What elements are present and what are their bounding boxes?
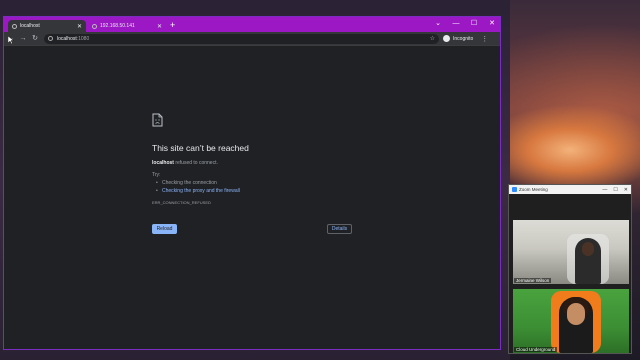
sad-document-icon <box>152 113 163 127</box>
error-code: ERR_CONNECTION_REFUSED <box>152 200 211 205</box>
browser-toolbar: ← → ↻ localhost :1080 ☆ Incognito ⋮ <box>4 32 500 46</box>
globe-icon <box>12 23 17 29</box>
incognito-label: Incognito <box>453 35 474 42</box>
error-description: localhost refused to connect. <box>152 160 218 166</box>
tab-ip-address[interactable]: 192.168.50.141 ✕ <box>88 20 166 32</box>
tab-localhost[interactable]: localhost ✕ <box>8 20 86 32</box>
mouse-cursor-icon <box>8 36 14 44</box>
maximize-button[interactable]: ☐ <box>470 18 478 30</box>
error-host: localhost <box>152 160 174 166</box>
error-title: This site can’t be reached <box>152 143 249 153</box>
reload-icon[interactable]: ↻ <box>30 33 40 45</box>
zoom-maximize-button[interactable]: ☐ <box>613 187 617 193</box>
globe-icon <box>92 23 97 29</box>
minimize-button[interactable]: — <box>452 18 460 30</box>
participant-person <box>575 238 601 284</box>
url-port: :1080 <box>76 35 90 42</box>
tab-strip: localhost ✕ 192.168.50.141 ✕ + ⌄ — ☐ ✕ <box>4 17 500 32</box>
zoom-logo-icon <box>512 187 517 192</box>
zoom-titlebar: Zoom Meeting — ☐ ✕ <box>509 185 631 194</box>
new-tab-button[interactable]: + <box>170 19 175 31</box>
forward-button[interactable]: → <box>18 33 28 45</box>
zoom-meeting-window: Zoom Meeting — ☐ ✕ Jermaine Wilson Cloud… <box>508 184 632 354</box>
participant-video-2[interactable]: Cloud Underground <box>513 289 629 353</box>
reload-button[interactable]: Reload <box>152 224 177 234</box>
zoom-close-button[interactable]: ✕ <box>624 187 628 193</box>
zoom-window-title: Zoom Meeting <box>519 187 548 192</box>
participant-name-label: Jermaine Wilson <box>514 278 552 283</box>
page-content: This site can’t be reached localhost ref… <box>4 47 500 349</box>
error-description-text: refused to connect. <box>173 160 218 166</box>
tab-search-icon[interactable]: ⌄ <box>434 18 442 30</box>
tab-title: 192.168.50.141 <box>100 23 135 29</box>
window-controls: ⌄ — ☐ ✕ <box>434 18 496 30</box>
zoom-minimize-button[interactable]: — <box>602 187 607 193</box>
participant-person <box>559 297 593 353</box>
participant-name-label: Cloud Underground <box>514 347 558 352</box>
bookmark-star-icon[interactable]: ☆ <box>430 35 435 42</box>
incognito-icon <box>443 35 450 42</box>
info-icon[interactable] <box>48 36 53 41</box>
incognito-indicator[interactable]: Incognito <box>443 35 473 42</box>
menu-kebab-icon[interactable]: ⋮ <box>481 35 488 43</box>
browser-window: localhost ✕ 192.168.50.141 ✕ + ⌄ — ☐ ✕ ←… <box>3 16 501 350</box>
suggestion-check-proxy-link[interactable]: Checking the proxy and the firewall <box>156 188 240 194</box>
tab-title: localhost <box>20 23 40 29</box>
close-tab-icon[interactable]: ✕ <box>157 23 162 30</box>
close-tab-icon[interactable]: ✕ <box>77 23 82 30</box>
details-button[interactable]: Details <box>327 224 352 234</box>
url-host: localhost <box>57 35 77 42</box>
close-window-button[interactable]: ✕ <box>488 18 496 30</box>
address-bar[interactable]: localhost :1080 ☆ <box>44 33 439 44</box>
try-label: Try: <box>152 172 161 178</box>
participant-video-1[interactable]: Jermaine Wilson <box>513 220 629 284</box>
suggestion-check-connection: Checking the connection <box>156 180 217 186</box>
